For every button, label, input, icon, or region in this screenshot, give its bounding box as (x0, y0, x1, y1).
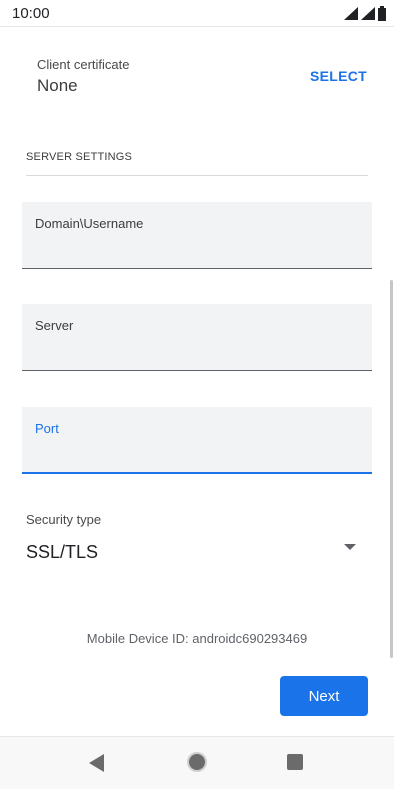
recents-icon[interactable] (287, 754, 303, 770)
security-type-value: SSL/TLS (26, 542, 99, 562)
select-certificate-button[interactable]: SELECT (310, 68, 367, 84)
device-id: Mobile Device ID: androidc690293469 (86, 631, 308, 646)
domain-username-field[interactable]: Domain\Username (22, 202, 372, 269)
field-label: Domain\Username (35, 216, 144, 231)
chevron-down-icon (344, 544, 356, 550)
status-time: 10:00 (12, 5, 50, 22)
port-input[interactable] (35, 441, 359, 467)
signal-icon (344, 7, 358, 20)
client-certificate-value: None (37, 76, 78, 95)
signal-icon (361, 7, 375, 20)
section-header: SERVER SETTINGS (26, 151, 133, 163)
section-divider (26, 175, 368, 176)
domain-username-input[interactable] (35, 236, 359, 262)
battery-icon (378, 6, 386, 21)
nav-bar (0, 736, 394, 789)
back-icon[interactable] (89, 754, 104, 772)
field-label: Server (35, 318, 74, 333)
port-field[interactable]: Port (22, 407, 372, 474)
security-type-dropdown[interactable]: SSL/TLS (22, 530, 372, 570)
server-input[interactable] (35, 338, 359, 364)
server-field[interactable]: Server (22, 304, 372, 371)
status-bar: 10:00 (0, 0, 394, 26)
status-icons (344, 6, 386, 21)
security-type-label: Security type (26, 512, 102, 527)
next-button[interactable]: Next (280, 676, 368, 716)
client-certificate-label: Client certificate (37, 57, 130, 72)
field-label: Port (35, 421, 59, 436)
home-icon[interactable] (187, 752, 207, 772)
scrollbar[interactable] (390, 280, 393, 658)
status-divider (0, 26, 394, 27)
